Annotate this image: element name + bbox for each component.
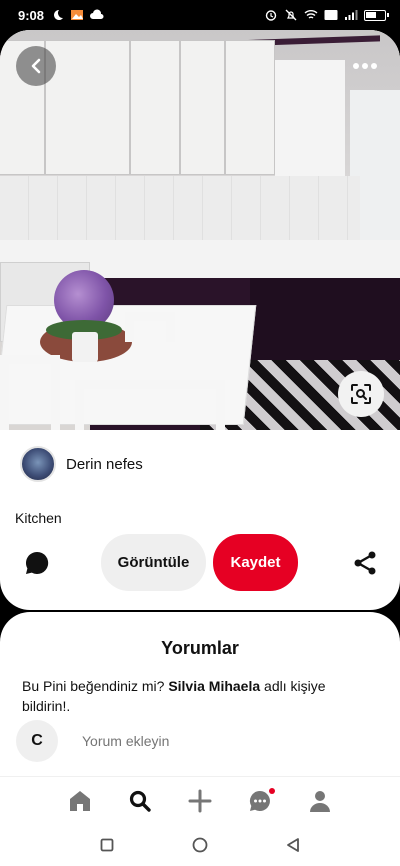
nav-messages[interactable] xyxy=(245,786,275,816)
pin-author[interactable]: Derin nefes xyxy=(20,444,143,484)
prompt-text: Bu Pini beğendiniz mi? xyxy=(22,678,169,694)
upper-cabinet xyxy=(180,40,225,175)
alarm-icon xyxy=(265,10,277,21)
avatar[interactable] xyxy=(20,446,56,482)
circle-icon xyxy=(192,837,208,853)
add-icon xyxy=(188,789,212,812)
image-notification-icon xyxy=(71,10,84,20)
more-icon-dot xyxy=(371,63,377,69)
chair xyxy=(75,380,225,430)
flower-vase xyxy=(72,332,98,362)
more-icon xyxy=(353,63,359,69)
moon-icon xyxy=(54,10,64,20)
status-time: 9:08 xyxy=(18,7,45,23)
visual-search-button[interactable] xyxy=(338,371,384,417)
comment-input[interactable] xyxy=(82,733,332,749)
user-avatar[interactable]: C xyxy=(16,720,58,762)
mute-icon xyxy=(285,9,297,21)
backsplash xyxy=(0,176,360,246)
chair xyxy=(125,312,175,342)
back-button[interactable] xyxy=(16,46,56,86)
pin-card: Derin nefes Kitchen Görüntüle Kaydet xyxy=(0,30,400,610)
comments-title: Yorumlar xyxy=(161,638,239,658)
upper-cabinet xyxy=(130,40,180,175)
pin-image[interactable] xyxy=(0,30,400,430)
comments-section: Yorumlar Bu Pini beğendiniz mi? Silvia M… xyxy=(0,612,400,776)
upper-cabinet xyxy=(225,40,275,175)
back-system-button[interactable] xyxy=(279,831,307,859)
comment-icon xyxy=(25,551,49,574)
profile-icon xyxy=(310,790,330,812)
author-name[interactable]: Derin nefes xyxy=(66,456,143,473)
add-comment-row: C xyxy=(16,720,386,762)
chair xyxy=(0,355,60,430)
triangle-back-icon xyxy=(287,838,300,852)
upper-cabinet xyxy=(45,40,130,175)
back-icon xyxy=(31,58,41,74)
battery-icon xyxy=(364,9,389,21)
more-icon-dot xyxy=(362,63,368,69)
pin-actions: Görüntüle Kaydet xyxy=(0,534,400,594)
home-icon xyxy=(70,790,90,811)
comment-button[interactable] xyxy=(24,550,50,576)
system-nav xyxy=(0,824,400,866)
square-icon xyxy=(100,838,114,852)
nav-search[interactable] xyxy=(125,786,155,816)
save-button[interactable]: Kaydet xyxy=(213,534,298,591)
home-system-button[interactable] xyxy=(186,831,214,859)
more-options-button[interactable] xyxy=(350,54,380,78)
bottom-nav xyxy=(0,776,400,824)
search-icon xyxy=(129,790,151,812)
comments-prompt: Bu Pini beğendiniz mi? Silvia Mihaela ad… xyxy=(22,676,362,716)
share-button[interactable] xyxy=(352,550,378,576)
nav-home[interactable] xyxy=(65,786,95,816)
recents-button[interactable] xyxy=(93,831,121,859)
range-hood xyxy=(275,60,345,180)
visual-search-icon xyxy=(351,384,371,404)
notification-dot xyxy=(269,787,275,794)
wifi-icon xyxy=(304,10,318,19)
view-button[interactable]: Görüntüle xyxy=(101,534,206,591)
pin-title: Kitchen xyxy=(15,510,62,526)
status-bar: 9:08 xyxy=(0,0,400,30)
signal-icon xyxy=(345,10,358,20)
prompt-user-name[interactable]: Silvia Mihaela xyxy=(168,678,260,694)
nav-profile[interactable] xyxy=(305,786,335,816)
volte-icon xyxy=(324,10,338,20)
nav-create[interactable] xyxy=(185,786,215,816)
share-icon xyxy=(354,551,376,575)
cloud-icon xyxy=(90,9,104,19)
